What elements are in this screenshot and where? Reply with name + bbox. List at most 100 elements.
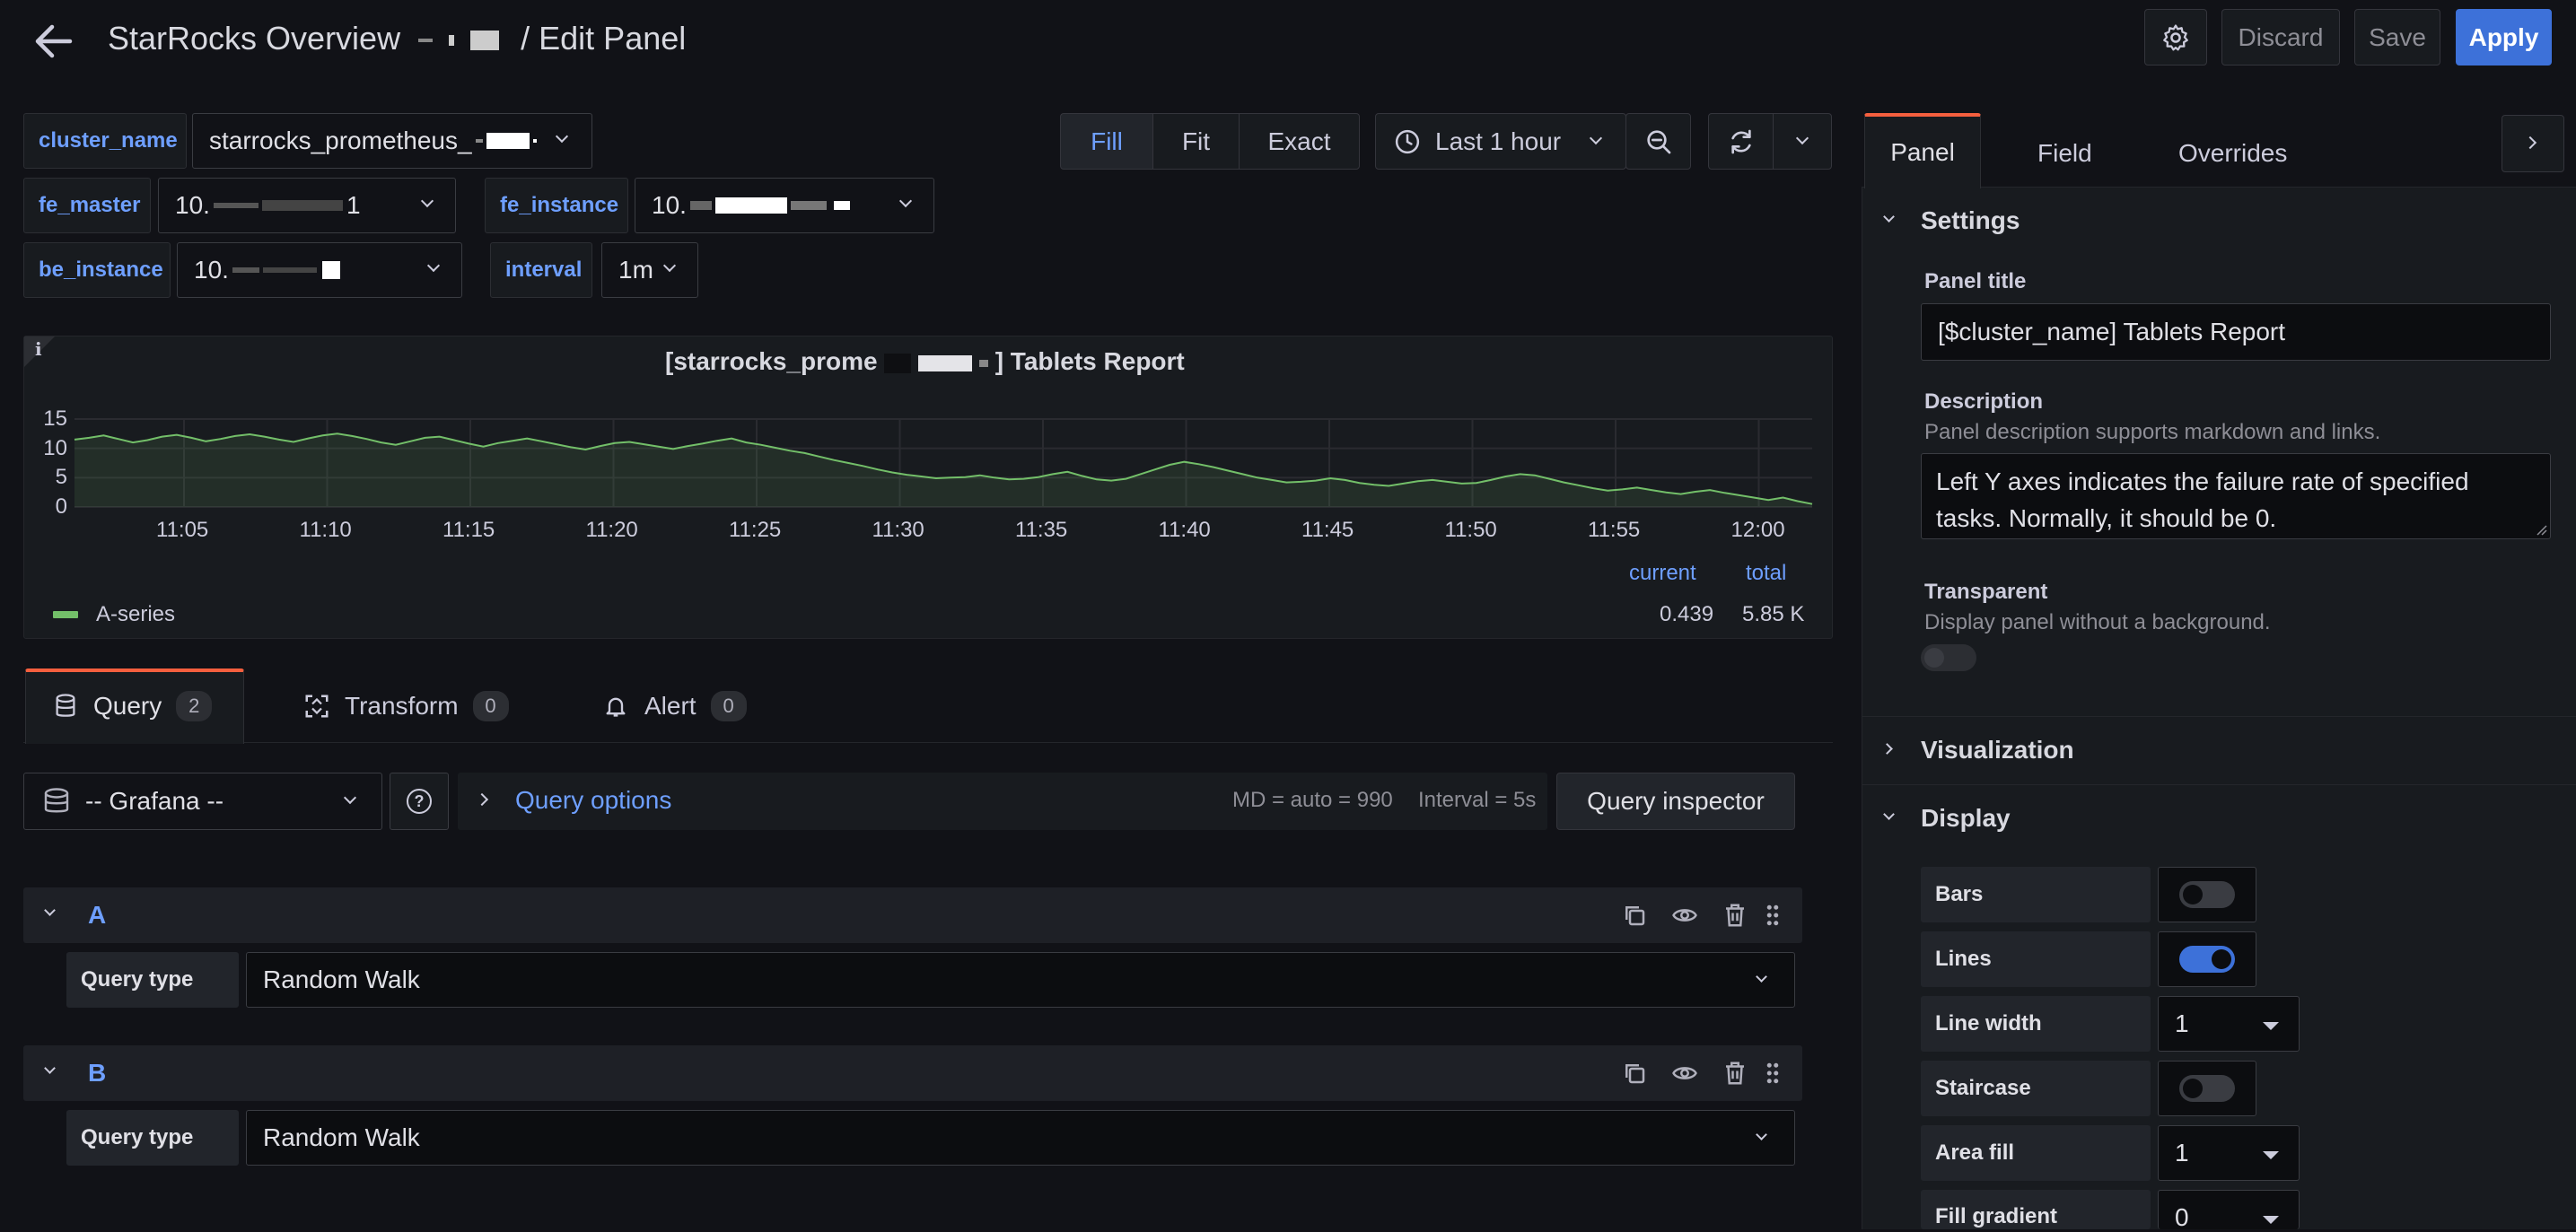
back-arrow-icon[interactable] <box>34 22 74 61</box>
query-inspector-button[interactable]: Query inspector <box>1556 773 1795 830</box>
redacted-block <box>261 200 343 211</box>
series-area-fill <box>74 433 1812 507</box>
chart-plot-area[interactable] <box>74 418 1813 508</box>
x-tick-label: 11:45 <box>1301 518 1354 542</box>
query-type-label-a: Query type <box>66 952 239 1008</box>
transparent-label: Transparent <box>1924 580 2048 604</box>
datasource-picker[interactable]: -- Grafana -- <box>23 773 382 830</box>
tab-transform-count: 0 <box>472 691 509 721</box>
duplicate-icon[interactable] <box>1621 902 1648 929</box>
drag-handle-icon[interactable] <box>1759 1060 1786 1087</box>
help-button[interactable]: ? <box>390 773 449 830</box>
redacted-block <box>213 203 258 208</box>
area-fill-value: 1 <box>2175 1139 2189 1166</box>
sidebar-tab-panel[interactable]: Panel <box>1864 113 1981 188</box>
panel-title-input-value: [$cluster_name] Tablets Report <box>1938 318 2286 345</box>
variable-select-cluster-name[interactable]: starrocks_prometheus_ <box>192 113 592 169</box>
query-ref-a[interactable]: A <box>88 901 106 930</box>
redacted-block <box>884 353 912 373</box>
edit-panel-title: / Edit Panel <box>521 20 687 57</box>
datasource-icon <box>44 788 69 813</box>
variable-select-fe-master[interactable]: 10. 1 <box>158 178 456 233</box>
duplicate-icon[interactable] <box>1621 1060 1648 1087</box>
sidebar-tab-field[interactable]: Field <box>2037 139 2092 168</box>
query-options-toggle[interactable]: Query options <box>515 786 671 815</box>
tab-query-content: Query 2 <box>54 691 213 721</box>
chevron-right-icon <box>2523 135 2537 150</box>
line-width-select[interactable]: 1 <box>2158 996 2300 1052</box>
time-range-picker[interactable]: Last 1 hour <box>1375 113 1626 170</box>
staircase-toggle[interactable] <box>2179 1075 2235 1102</box>
legend-total-header[interactable]: total <box>1746 561 1786 586</box>
trash-icon[interactable] <box>1722 1060 1748 1087</box>
dashboard-settings-button[interactable] <box>2144 9 2207 66</box>
resize-handle-icon[interactable] <box>2534 522 2548 537</box>
query-ref-b[interactable]: B <box>88 1059 106 1088</box>
staircase-label: Staircase <box>1921 1061 2151 1116</box>
bell-icon <box>606 697 626 717</box>
chevron-down-icon <box>343 791 357 805</box>
x-tick-label: 11:55 <box>1588 518 1641 542</box>
fill-gradient-label: Fill gradient <box>1921 1190 2151 1229</box>
redacted-block <box>918 354 973 371</box>
tab-alert[interactable]: Alert 0 <box>603 691 747 721</box>
fill-gradient-select[interactable]: 0 <box>2158 1190 2300 1231</box>
tab-transform-label: Transform <box>345 692 459 720</box>
trash-icon[interactable] <box>1722 902 1748 929</box>
legend-series-name[interactable]: A-series <box>96 602 175 627</box>
eye-icon[interactable] <box>1671 902 1698 929</box>
refresh-button[interactable] <box>1708 113 1774 170</box>
zoom-out-button[interactable] <box>1625 113 1691 170</box>
save-button[interactable]: Save <box>2354 9 2440 66</box>
discard-button[interactable]: Discard <box>2221 9 2340 66</box>
x-tick-label: 11:30 <box>872 518 924 542</box>
variable-value: 1m <box>618 256 653 284</box>
variable-value: 10. <box>194 256 229 284</box>
query-type-select-a[interactable]: Random Walk <box>246 952 1795 1008</box>
query-type-value: Random Walk <box>263 1123 420 1151</box>
query-row-header-b <box>23 1045 1802 1101</box>
drag-handle-icon[interactable] <box>1759 902 1786 929</box>
toggle-knob <box>1924 648 1944 668</box>
description-textarea[interactable]: Left Y axes indicates the failure rate o… <box>1921 453 2551 539</box>
lines-toggle[interactable] <box>2179 946 2235 973</box>
x-tick-label: 11:20 <box>585 518 638 542</box>
display-section-title[interactable]: Display <box>1921 804 2011 833</box>
refresh-interval-dropdown[interactable] <box>1773 113 1832 170</box>
chevron-down-icon <box>1756 1129 1767 1140</box>
apply-button[interactable]: Apply <box>2456 9 2552 66</box>
fill-mode-button[interactable]: Fill <box>1060 113 1153 170</box>
eye-icon[interactable] <box>1671 1060 1698 1087</box>
settings-section-title[interactable]: Settings <box>1921 206 2020 235</box>
dashboard-title[interactable]: StarRocks Overview <box>108 20 400 57</box>
tab-transform[interactable]: Transform 0 <box>303 691 509 721</box>
chevron-down-icon <box>555 129 569 144</box>
area-fill-label: Area fill <box>1921 1125 2151 1181</box>
line-width-value: 1 <box>2175 1009 2189 1037</box>
panel-title[interactable]: [starrocks_prome ] Tablets Report <box>665 347 1185 376</box>
legend-current-header[interactable]: current <box>1629 561 1696 586</box>
query-type-select-b[interactable]: Random Walk <box>246 1110 1795 1166</box>
redacted-block <box>689 201 712 210</box>
variable-label-be-instance: be_instance <box>23 242 171 298</box>
exact-mode-button[interactable]: Exact <box>1239 113 1360 170</box>
variable-value-tail: 1 <box>346 191 361 219</box>
transform-icon <box>305 695 329 718</box>
collapse-sidebar-button[interactable] <box>2502 115 2564 172</box>
visualization-section-title[interactable]: Visualization <box>1921 736 2074 765</box>
bars-toggle[interactable] <box>2179 881 2235 908</box>
query-tabs-bar <box>23 668 1833 743</box>
variable-select-fe-instance[interactable]: 10. <box>635 178 934 233</box>
caret-down-icon <box>2263 1216 2279 1224</box>
refresh-icon <box>1730 129 1751 153</box>
zoom-out-icon <box>1646 129 1670 153</box>
variable-select-be-instance[interactable]: 10. <box>177 242 462 298</box>
area-fill-select[interactable]: 1 <box>2158 1125 2300 1181</box>
variable-select-interval[interactable]: 1m <box>601 242 698 298</box>
fit-mode-button[interactable]: Fit <box>1152 113 1240 170</box>
sidebar-tab-overrides[interactable]: Overrides <box>2178 139 2287 168</box>
panel-title-input[interactable]: [$cluster_name] Tablets Report <box>1921 303 2551 361</box>
toggle-knob <box>2183 885 2203 904</box>
transparent-toggle[interactable] <box>1921 644 1976 671</box>
legend-series-swatch[interactable] <box>53 611 78 618</box>
